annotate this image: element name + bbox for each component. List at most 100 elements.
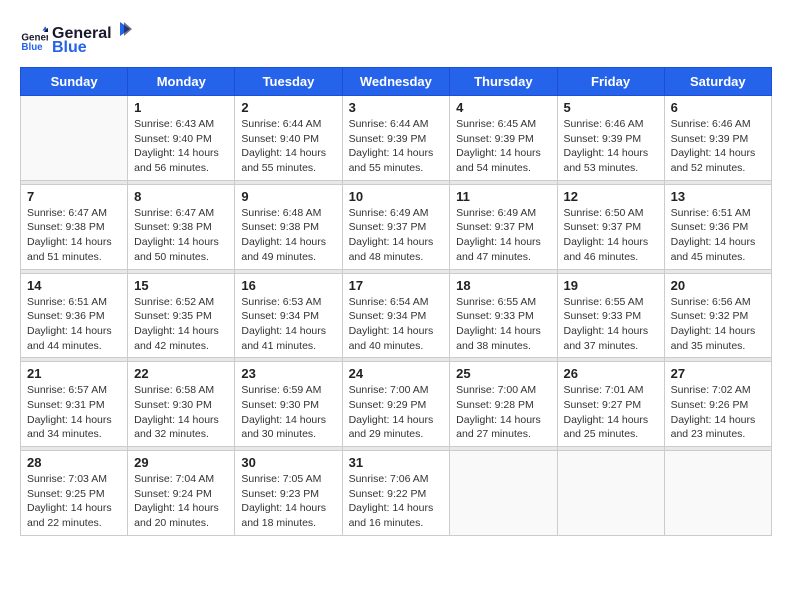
day-info: Sunrise: 7:04 AMSunset: 9:24 PMDaylight:… [134,472,228,531]
day-number: 10 [349,189,444,204]
calendar-cell: 2 Sunrise: 6:44 AMSunset: 9:40 PMDaylight… [235,96,342,181]
day-number: 1 [134,100,228,115]
calendar-cell: 6 Sunrise: 6:46 AMSunset: 9:39 PMDaylight… [664,96,771,181]
day-number: 18 [456,278,550,293]
day-info: Sunrise: 6:49 AMSunset: 9:37 PMDaylight:… [456,206,550,265]
calendar-week-row: 14 Sunrise: 6:51 AMSunset: 9:36 PMDayligh… [21,273,772,358]
calendar-table: SundayMondayTuesdayWednesdayThursdayFrid… [20,67,772,536]
weekday-header-row: SundayMondayTuesdayWednesdayThursdayFrid… [21,68,772,96]
day-info: Sunrise: 6:52 AMSunset: 9:35 PMDaylight:… [134,295,228,354]
calendar-cell: 30Sunrise: 7:05 AMSunset: 9:23 PMDayligh… [235,451,342,536]
logo: General Blue General Blue [20,20,132,57]
calendar-cell: 19Sunrise: 6:55 AMSunset: 9:33 PMDayligh… [557,273,664,358]
day-number: 24 [349,366,444,381]
day-number: 2 [241,100,335,115]
calendar-cell: 11 Sunrise: 6:49 AMSunset: 9:37 PMDayligh… [450,184,557,269]
calendar-cell: 10 Sunrise: 6:49 AMSunset: 9:37 PMDayligh… [342,184,450,269]
day-info: Sunrise: 6:58 AMSunset: 9:30 PMDaylight:… [134,383,228,442]
day-info: Sunrise: 7:03 AMSunset: 9:25 PMDaylight:… [27,472,121,531]
calendar-cell: 28 Sunrise: 7:03 AMSunset: 9:25 PMDayligh… [21,451,128,536]
day-number: 11 [456,189,550,204]
calendar-week-row: 28 Sunrise: 7:03 AMSunset: 9:25 PMDayligh… [21,451,772,536]
calendar-cell: 13 Sunrise: 6:51 AMSunset: 9:36 PMDayligh… [664,184,771,269]
calendar-week-row: 1 Sunrise: 6:43 AMSunset: 9:40 PMDaylight… [21,96,772,181]
calendar-cell [450,451,557,536]
weekday-header-monday: Monday [128,68,235,96]
day-info: Sunrise: 6:50 AMSunset: 9:37 PMDaylight:… [564,206,658,265]
day-number: 31 [349,455,444,470]
day-number: 21 [27,366,121,381]
day-info: Sunrise: 6:48 AMSunset: 9:38 PMDaylight:… [241,206,335,265]
day-info: Sunrise: 6:51 AMSunset: 9:36 PMDaylight:… [671,206,765,265]
day-number: 14 [27,278,121,293]
day-number: 23 [241,366,335,381]
calendar-cell: 24 Sunrise: 7:00 AMSunset: 9:29 PMDayligh… [342,362,450,447]
day-info: Sunrise: 6:49 AMSunset: 9:37 PMDaylight:… [349,206,444,265]
day-number: 19 [564,278,658,293]
day-number: 13 [671,189,765,204]
svg-text:Blue: Blue [21,42,43,53]
day-number: 7 [27,189,121,204]
calendar-cell: 29 Sunrise: 7:04 AMSunset: 9:24 PMDayligh… [128,451,235,536]
day-info: Sunrise: 6:47 AMSunset: 9:38 PMDaylight:… [27,206,121,265]
day-info: Sunrise: 6:54 AMSunset: 9:34 PMDaylight:… [349,295,444,354]
day-number: 12 [564,189,658,204]
calendar-cell [664,451,771,536]
day-info: Sunrise: 6:46 AMSunset: 9:39 PMDaylight:… [671,117,765,176]
calendar-cell: 16 Sunrise: 6:53 AMSunset: 9:34 PMDayligh… [235,273,342,358]
day-info: Sunrise: 6:51 AMSunset: 9:36 PMDaylight:… [27,295,121,354]
calendar-cell: 25Sunrise: 7:00 AMSunset: 9:28 PMDayligh… [450,362,557,447]
day-info: Sunrise: 7:00 AMSunset: 9:28 PMDaylight:… [456,383,550,442]
day-info: Sunrise: 6:43 AMSunset: 9:40 PMDaylight:… [134,117,228,176]
weekday-header-saturday: Saturday [664,68,771,96]
day-info: Sunrise: 6:47 AMSunset: 9:38 PMDaylight:… [134,206,228,265]
weekday-header-sunday: Sunday [21,68,128,96]
calendar-cell: 14 Sunrise: 6:51 AMSunset: 9:36 PMDayligh… [21,273,128,358]
calendar-cell: 31 Sunrise: 7:06 AMSunset: 9:22 PMDayligh… [342,451,450,536]
calendar-week-row: 21 Sunrise: 6:57 AMSunset: 9:31 PMDayligh… [21,362,772,447]
weekday-header-friday: Friday [557,68,664,96]
page-header: General Blue General Blue [20,20,772,57]
calendar-cell: 23Sunrise: 6:59 AMSunset: 9:30 PMDayligh… [235,362,342,447]
calendar-cell: 18Sunrise: 6:55 AMSunset: 9:33 PMDayligh… [450,273,557,358]
logo-arrow-icon [114,20,132,38]
calendar-cell [21,96,128,181]
day-number: 26 [564,366,658,381]
day-number: 4 [456,100,550,115]
logo-icon: General Blue [20,25,48,53]
calendar-cell: 7 Sunrise: 6:47 AMSunset: 9:38 PMDaylight… [21,184,128,269]
calendar-cell: 20 Sunrise: 6:56 AMSunset: 9:32 PMDayligh… [664,273,771,358]
calendar-cell [557,451,664,536]
day-number: 16 [241,278,335,293]
day-number: 9 [241,189,335,204]
calendar-cell: 26Sunrise: 7:01 AMSunset: 9:27 PMDayligh… [557,362,664,447]
day-info: Sunrise: 7:06 AMSunset: 9:22 PMDaylight:… [349,472,444,531]
calendar-cell: 21 Sunrise: 6:57 AMSunset: 9:31 PMDayligh… [21,362,128,447]
day-number: 17 [349,278,444,293]
calendar-cell: 1 Sunrise: 6:43 AMSunset: 9:40 PMDaylight… [128,96,235,181]
day-number: 20 [671,278,765,293]
day-info: Sunrise: 6:56 AMSunset: 9:32 PMDaylight:… [671,295,765,354]
day-number: 28 [27,455,121,470]
calendar-cell: 5Sunrise: 6:46 AMSunset: 9:39 PMDaylight… [557,96,664,181]
day-info: Sunrise: 6:44 AMSunset: 9:40 PMDaylight:… [241,117,335,176]
calendar-cell: 8 Sunrise: 6:47 AMSunset: 9:38 PMDaylight… [128,184,235,269]
day-number: 5 [564,100,658,115]
day-number: 6 [671,100,765,115]
day-info: Sunrise: 6:45 AMSunset: 9:39 PMDaylight:… [456,117,550,176]
calendar-cell: 17 Sunrise: 6:54 AMSunset: 9:34 PMDayligh… [342,273,450,358]
calendar-cell: 3Sunrise: 6:44 AMSunset: 9:39 PMDaylight… [342,96,450,181]
day-info: Sunrise: 7:00 AMSunset: 9:29 PMDaylight:… [349,383,444,442]
calendar-cell: 27Sunrise: 7:02 AMSunset: 9:26 PMDayligh… [664,362,771,447]
calendar-cell: 15Sunrise: 6:52 AMSunset: 9:35 PMDayligh… [128,273,235,358]
day-info: Sunrise: 6:53 AMSunset: 9:34 PMDaylight:… [241,295,335,354]
calendar-cell: 9 Sunrise: 6:48 AMSunset: 9:38 PMDaylight… [235,184,342,269]
day-number: 8 [134,189,228,204]
day-info: Sunrise: 7:05 AMSunset: 9:23 PMDaylight:… [241,472,335,531]
weekday-header-thursday: Thursday [450,68,557,96]
day-number: 27 [671,366,765,381]
weekday-header-wednesday: Wednesday [342,68,450,96]
calendar-week-row: 7 Sunrise: 6:47 AMSunset: 9:38 PMDaylight… [21,184,772,269]
day-number: 29 [134,455,228,470]
day-info: Sunrise: 6:57 AMSunset: 9:31 PMDaylight:… [27,383,121,442]
